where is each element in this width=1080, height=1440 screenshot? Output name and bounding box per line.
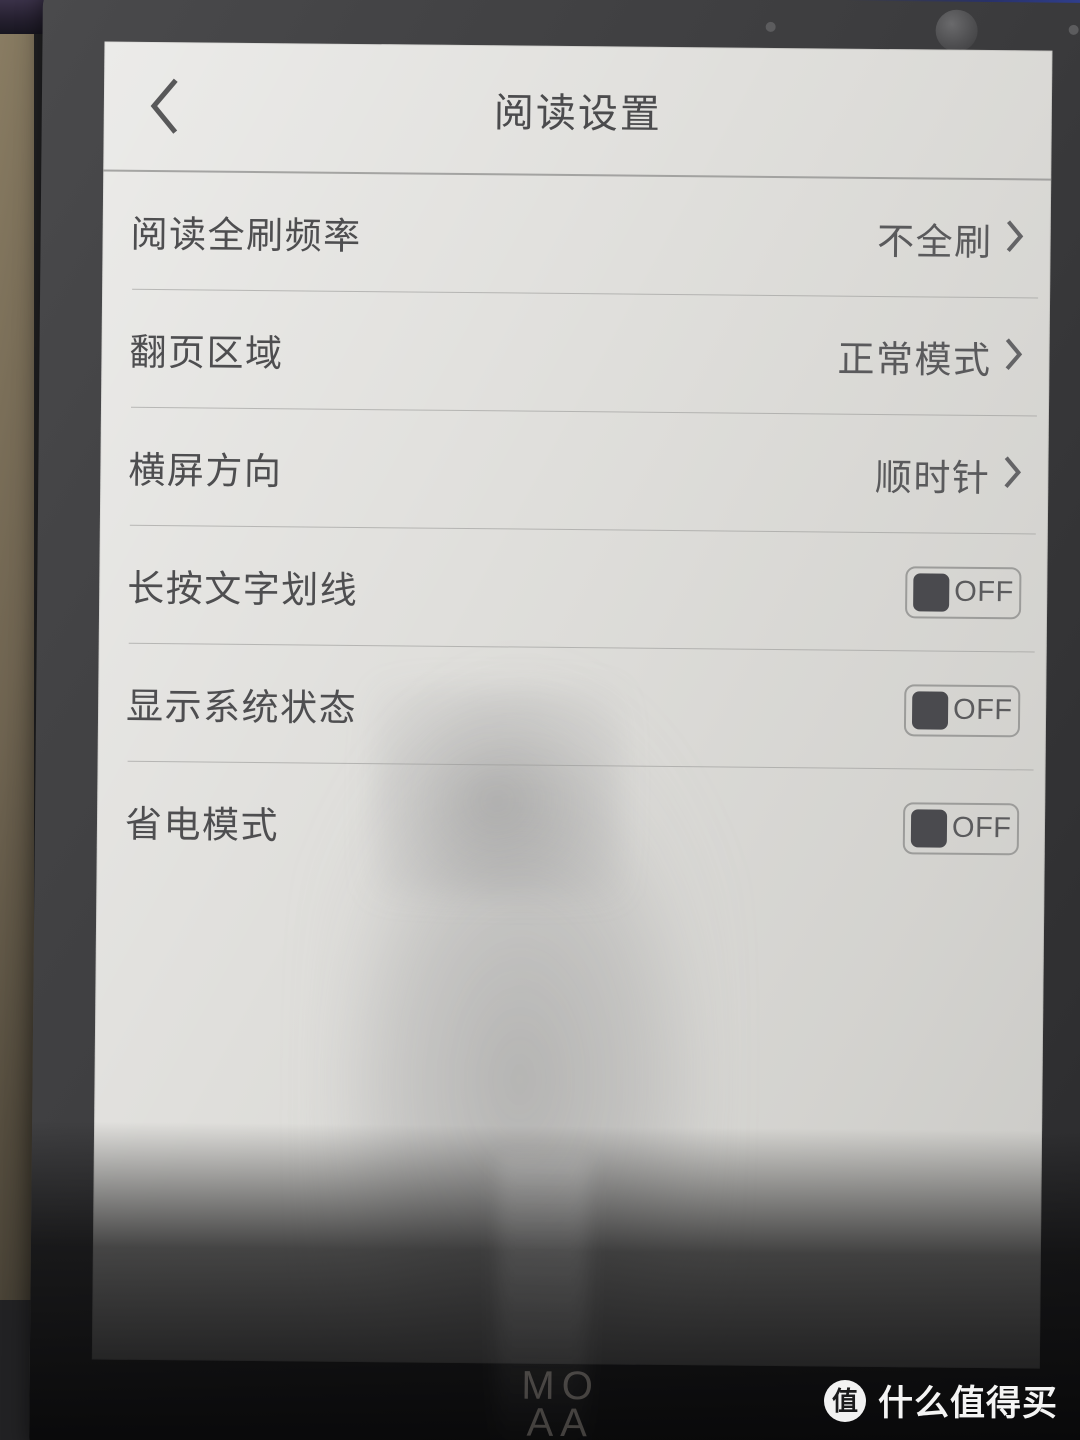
setting-accessory: OFF xyxy=(903,683,1021,737)
setting-accessory: OFF xyxy=(905,565,1022,619)
photograph-of-ereader: 阅读设置 阅读全刷频率 不全刷 翻页区域 正常模式 横屏方向 顺时针 长按文字划… xyxy=(0,0,1080,1440)
chevron-left-icon xyxy=(147,78,182,134)
chevron-right-icon xyxy=(1004,456,1022,493)
title-bar: 阅读设置 xyxy=(103,42,1052,179)
watermark-text: 什么值得买 xyxy=(877,1384,1058,1423)
setting-label: 翻页区域 xyxy=(129,331,284,374)
toggle-knob xyxy=(913,572,950,612)
reading-settings-page: 阅读设置 阅读全刷频率 不全刷 翻页区域 正常模式 横屏方向 顺时针 长按文字划… xyxy=(92,42,1053,1369)
bezel-sensor-dot-right xyxy=(1068,24,1079,35)
ereader-device-body: 阅读设置 阅读全刷频率 不全刷 翻页区域 正常模式 横屏方向 顺时针 长按文字划… xyxy=(28,0,1080,1440)
setting-row-refresh-frequency[interactable]: 阅读全刷频率 不全刷 xyxy=(102,172,1051,298)
eink-screen: 阅读设置 阅读全刷频率 不全刷 翻页区域 正常模式 横屏方向 顺时针 长按文字划… xyxy=(91,41,1053,1369)
setting-accessory: 顺时针 xyxy=(875,446,1023,501)
setting-accessory: OFF xyxy=(902,801,1020,855)
setting-row-longpress-underline[interactable]: 长按文字划线 OFF xyxy=(99,526,1048,652)
toggle-switch-power-saving-mode[interactable]: OFF xyxy=(902,801,1020,855)
setting-accessory: 不全刷 xyxy=(877,210,1025,265)
toggle-state-label: OFF xyxy=(954,575,1014,609)
front-camera-sensor xyxy=(935,9,978,52)
toggle-state-label: OFF xyxy=(952,693,1013,727)
setting-label: 横屏方向 xyxy=(128,449,283,492)
setting-label: 阅读全刷频率 xyxy=(130,213,362,257)
setting-row-landscape-orientation[interactable]: 横屏方向 顺时针 xyxy=(100,408,1049,534)
toggle-switch-longpress-underline[interactable]: OFF xyxy=(905,565,1022,619)
setting-label: 省电模式 xyxy=(124,803,280,846)
toggle-knob xyxy=(910,808,948,848)
watermark-badge-icon: 值 xyxy=(823,1379,866,1422)
bezel-sensor-dot-left xyxy=(765,21,776,32)
page-title: 阅读设置 xyxy=(493,91,663,137)
chevron-right-icon xyxy=(1005,338,1023,375)
setting-row-power-saving-mode[interactable]: 省电模式 OFF xyxy=(96,761,1045,887)
setting-value: 正常模式 xyxy=(837,338,992,381)
setting-row-show-system-status[interactable]: 显示系统状态 OFF xyxy=(98,644,1047,770)
toggle-state-label: OFF xyxy=(951,811,1012,845)
setting-label: 长按文字划线 xyxy=(127,567,359,611)
device-brand-logo: MO AA xyxy=(521,1364,601,1440)
settings-list: 阅读全刷频率 不全刷 翻页区域 正常模式 横屏方向 顺时针 长按文字划线 OFF… xyxy=(96,172,1051,888)
book-edge-background xyxy=(0,0,34,1300)
site-watermark: 值 什么值得买 xyxy=(823,1375,1058,1426)
setting-row-page-turn-area[interactable]: 翻页区域 正常模式 xyxy=(101,290,1050,416)
toggle-switch-show-system-status[interactable]: OFF xyxy=(903,683,1021,737)
setting-value: 不全刷 xyxy=(876,220,993,263)
bezel-blue-reflection xyxy=(844,0,1080,4)
toggle-knob xyxy=(911,690,949,730)
back-button[interactable] xyxy=(132,74,197,139)
setting-accessory: 正常模式 xyxy=(837,328,1024,384)
setting-value: 顺时针 xyxy=(874,456,991,499)
chevron-right-icon xyxy=(1006,220,1024,257)
setting-label: 显示系统状态 xyxy=(125,685,358,729)
